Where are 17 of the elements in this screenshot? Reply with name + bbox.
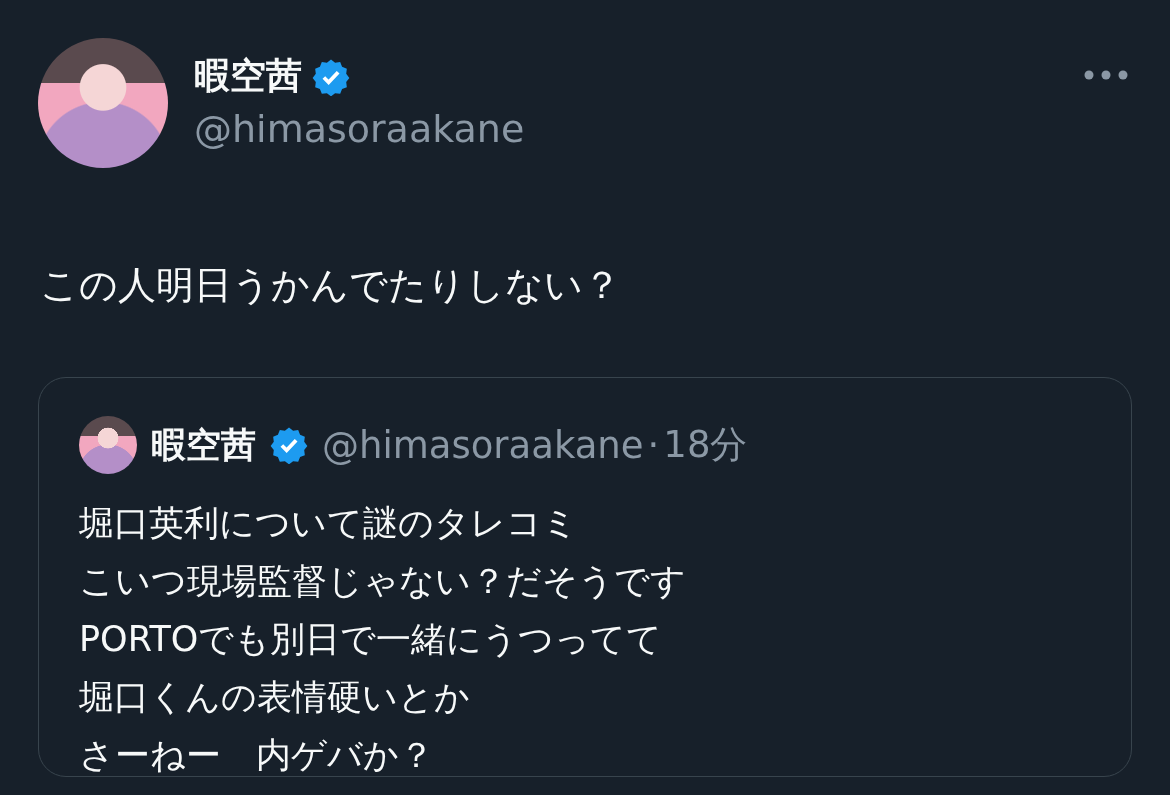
- quoted-tweet-card[interactable]: 暇空茜 @himasoraakane·18分 堀口英利について謎のタレコミ こいつ現場監督じゃない？だそうです PORTOでも別日で一緒にうつってて 堀口くんの表情硬いとか さーねー 内ゲバか？: [38, 377, 1132, 777]
- verified-badge-icon: [312, 57, 350, 96]
- quoted-text-line: 堀口英利について謎のタレコミ: [79, 502, 579, 545]
- more-icon: [1084, 70, 1128, 80]
- separator-dot: ·: [647, 423, 660, 467]
- user-handle: @himasoraakane: [322, 423, 644, 467]
- user-handle: @himasoraakane: [194, 107, 526, 151]
- quoted-text-line: こいつ現場監督じゃない？だそうです: [79, 560, 687, 603]
- display-name: 暇空茜: [194, 54, 302, 98]
- quoted-text-line: PORTOでも別日で一緒にうつってて: [79, 618, 664, 661]
- tweet-text: この人明日うかんでたりしない？: [40, 262, 622, 309]
- display-name: 暇空茜: [151, 423, 256, 467]
- quoted-text-line: 堀口くんの表情硬いとか: [79, 676, 471, 719]
- quoted-text-line: さーねー 内ゲバか？: [79, 734, 435, 777]
- timestamp: 18分: [663, 422, 748, 468]
- verified-badge-icon: [270, 426, 308, 464]
- avatar: [79, 416, 137, 474]
